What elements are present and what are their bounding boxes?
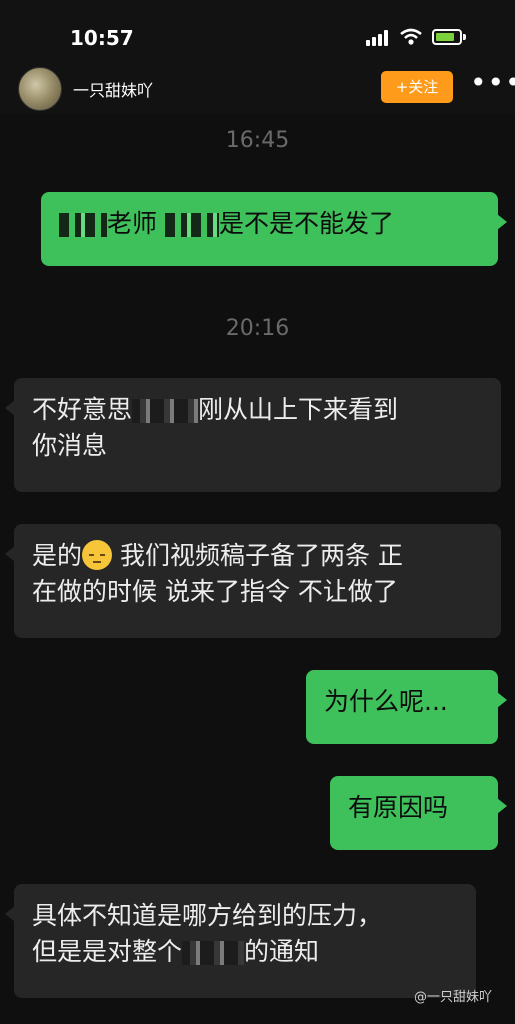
pensive-face-emoji-icon [82, 540, 113, 570]
cellular-signal-icon [366, 30, 392, 46]
message-text: 是不是不能发了 [218, 209, 394, 238]
timestamp: 16:45 [225, 128, 290, 153]
message-text: 为什么呢... [324, 687, 448, 716]
message-text: 是的 [32, 541, 83, 570]
message-text: 有原因吗 [348, 793, 449, 822]
redacted-text [132, 399, 199, 423]
chat-header: 一只甜妹吖 +关注 ••• [0, 60, 515, 114]
wifi-icon [400, 28, 422, 45]
status-time: 10:57 [70, 26, 134, 50]
message-text: 你消息 [32, 431, 108, 460]
more-options-icon[interactable]: ••• [470, 69, 515, 100]
message-text: 刚从山上下来看到 [198, 395, 399, 424]
message-incoming[interactable]: 不好意思 刚从山上下来看到 你消息 [5, 378, 501, 492]
message-incoming[interactable]: 具体不知道是哪方给到的压力， 但是是对整个 的通知 [5, 884, 476, 998]
message-outgoing[interactable]: 为什么呢... [306, 670, 507, 744]
message-text: 但是是对整个 [32, 937, 183, 966]
redacted-text [164, 213, 219, 237]
message-text: 的通知 [244, 937, 320, 966]
redacted-text [182, 941, 245, 965]
message-outgoing[interactable]: 有原因吗 [330, 776, 507, 850]
timestamp: 20:16 [225, 316, 290, 341]
message-outgoing[interactable]: 老师 是不是不能发了 [41, 192, 507, 266]
message-text: 老师 [107, 209, 158, 238]
battery-tip [463, 34, 466, 40]
redacted-text [59, 213, 107, 237]
message-text: 我们视频稿子备了两条 正 [112, 541, 403, 570]
status-bar: 10:57 [0, 0, 515, 60]
message-text: 不好意思 [32, 395, 133, 424]
follow-button[interactable]: +关注 [381, 71, 453, 103]
battery-icon [432, 29, 462, 45]
watermark: @一只甜妹吖 [414, 990, 493, 1005]
message-text: 具体不知道是哪方给到的压力， [32, 901, 383, 930]
message-text: 在做的时候 说来了指令 不让做了 [32, 577, 398, 606]
username[interactable]: 一只甜妹吖 [73, 77, 153, 101]
avatar[interactable] [18, 67, 62, 111]
message-incoming[interactable]: 是的 我们视频稿子备了两条 正 在做的时候 说来了指令 不让做了 [5, 524, 501, 638]
